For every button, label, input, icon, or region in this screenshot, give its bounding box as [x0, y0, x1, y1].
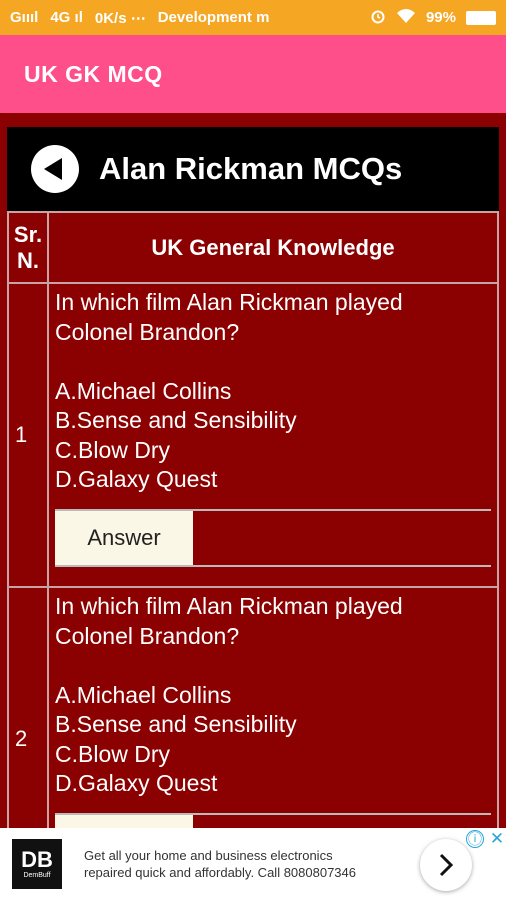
status-right: 99% — [370, 8, 496, 28]
column-header-main: UK General Knowledge — [49, 213, 499, 282]
option-a: A.Michael Collins — [55, 681, 232, 708]
network-speed: 0K/s ⋯ — [94, 9, 146, 27]
question-text-line2: Colonel Brandon? — [55, 622, 240, 649]
battery-icon — [466, 10, 496, 25]
question-block: In which film Alan Rickman played Colone… — [55, 288, 491, 495]
alarm-icon — [370, 8, 386, 28]
signal-indicator: Gıııl — [10, 9, 39, 26]
question-text-line1: In which film Alan Rickman played — [55, 289, 403, 315]
ad-line1: Get all your home and business electroni… — [84, 848, 333, 863]
option-d: D.Galaxy Quest — [55, 466, 218, 492]
status-bar: Gıııl 4G ıl 0K/s ⋯ Development m 99% — [0, 0, 506, 35]
column-header-sr-line1: Sr. — [13, 221, 43, 247]
option-b: B.Sense and Sensibility — [55, 711, 297, 737]
app-bar: UK GK MCQ — [0, 35, 506, 113]
notification-text: Development m — [157, 9, 270, 26]
row-number: 1 — [7, 284, 49, 586]
app-title: UK GK MCQ — [24, 60, 163, 87]
option-c: C.Blow Dry — [55, 740, 171, 767]
question-cell: In which film Alan Rickman played Colone… — [49, 284, 499, 586]
page-title: Alan Rickman MCQs — [99, 151, 403, 186]
option-b: B.Sense and Sensibility — [55, 407, 297, 433]
answer-button[interactable]: Answer — [55, 511, 193, 565]
ad-logo-mark: DB — [21, 846, 53, 872]
page-header: Alan Rickman MCQs — [7, 127, 499, 211]
battery-level: 99% — [425, 9, 456, 26]
wifi-icon — [396, 8, 416, 28]
chevron-right-icon[interactable] — [420, 839, 472, 891]
mcq-table: Sr. N. UK General Knowledge 1 In which f… — [7, 211, 499, 831]
option-c: C.Blow Dry — [55, 436, 171, 463]
answer-area: Answer — [55, 509, 491, 567]
ad-logo: DB DemBuff — [12, 839, 62, 889]
table-row: 2 In which film Alan Rickman played Colo… — [7, 587, 499, 831]
question-text-line1: In which film Alan Rickman played — [55, 593, 403, 619]
option-d: D.Galaxy Quest — [55, 770, 218, 796]
column-header-sr-line2: N. — [16, 247, 39, 273]
question-cell: In which film Alan Rickman played Colone… — [49, 588, 499, 831]
question-text-line2: Colonel Brandon? — [55, 318, 240, 345]
ad-text: Get all your home and business electroni… — [84, 847, 394, 881]
question-block: In which film Alan Rickman played Colone… — [55, 592, 491, 799]
row-number: 2 — [7, 588, 49, 831]
table-header-row: Sr. N. UK General Knowledge — [7, 211, 499, 283]
network-indicator: 4G ıl — [50, 9, 83, 26]
column-header-sr: Sr. N. — [7, 213, 49, 282]
option-a: A.Michael Collins — [55, 377, 232, 404]
info-icon[interactable]: ⓘ — [466, 830, 484, 848]
back-arrow-icon[interactable] — [31, 145, 79, 193]
ad-logo-name: DemBuff — [23, 871, 51, 879]
close-icon[interactable]: ✕ — [488, 829, 506, 849]
ad-line2: repaired quick and affordably. Call 8080… — [84, 865, 356, 880]
table-row: 1 In which film Alan Rickman played Colo… — [7, 283, 499, 587]
ad-banner[interactable]: DB DemBuff Get all your home and busines… — [0, 828, 506, 900]
